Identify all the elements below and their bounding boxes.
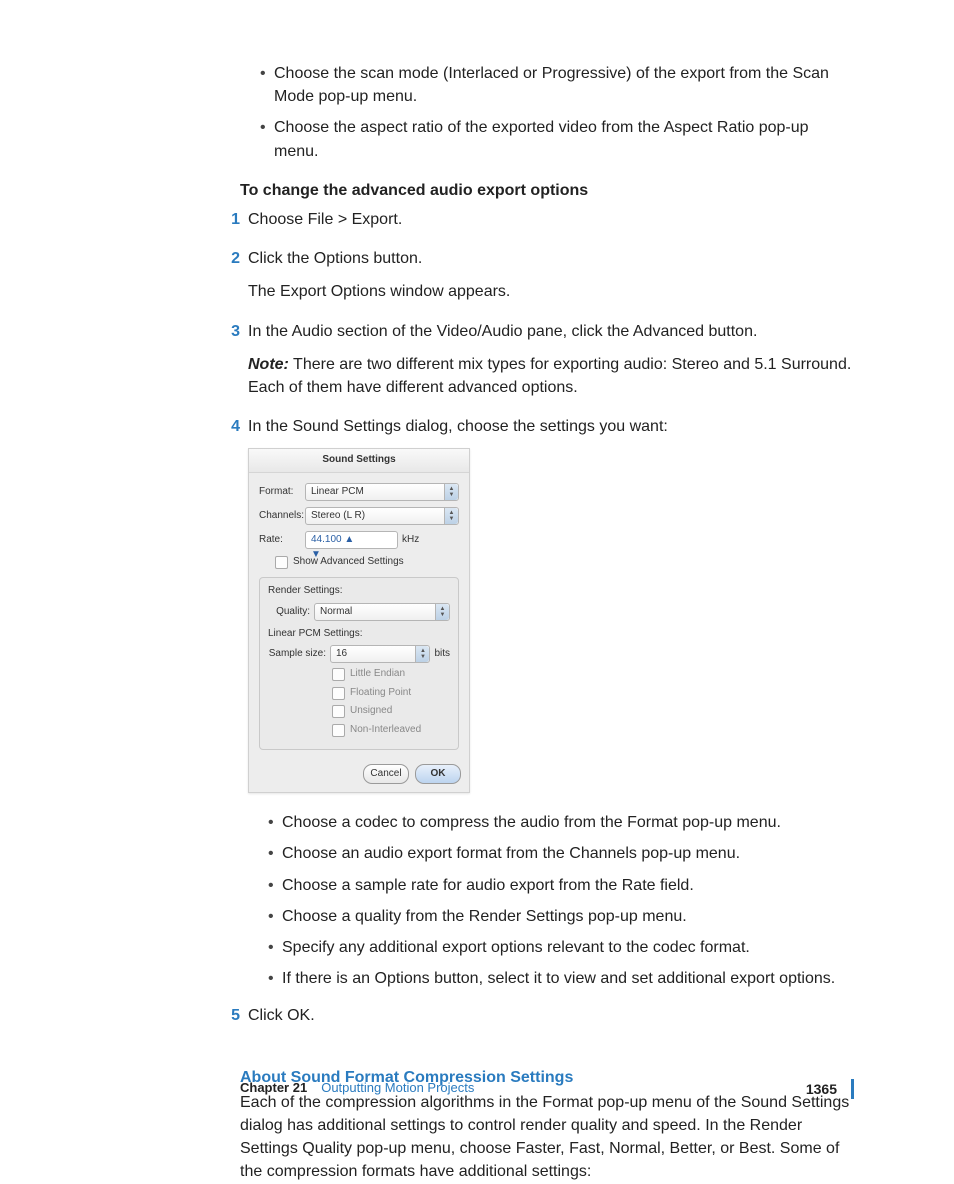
sample-unit: bits [434,647,450,662]
section-heading: To change the advanced audio export opti… [240,179,854,202]
format-select[interactable]: Linear PCM ▲▼ [305,483,459,501]
bullet-dot-icon: • [268,905,282,928]
bullet-text: Choose an audio export format from the C… [282,842,740,865]
channels-label: Channels: [259,509,305,524]
footer-chapter: Chapter 21 [240,1079,307,1098]
step-followup: The Export Options window appears. [248,280,854,303]
sound-settings-dialog: Sound Settings Format: Linear PCM ▲▼ Cha… [248,448,470,793]
quality-value: Normal [320,606,352,617]
bullet-dot-icon: • [268,967,282,990]
step-text: In the Audio section of the Video/Audio … [248,320,854,343]
step-number: 1 [218,208,248,241]
subsection-paragraph: Each of the compression algorithms in th… [240,1091,854,1184]
non-interleaved-checkbox[interactable] [332,724,345,737]
footer-accent-bar [851,1079,854,1099]
step-text: Click the Options button. [248,247,854,270]
dialog-title: Sound Settings [249,449,469,473]
bullet-item: • Choose an audio export format from the… [248,842,854,865]
step-number: 3 [218,320,248,410]
bullet-dot-icon: • [268,842,282,865]
step-item: 5 Click OK. [240,1004,854,1037]
note-body: There are two different mix types for ex… [248,356,851,396]
updown-icon: ▲▼ [415,646,429,662]
pcm-group-title: Linear PCM Settings: [268,627,450,642]
bullet-item: • Choose the aspect ratio of the exporte… [240,116,854,162]
ok-button[interactable]: OK [415,764,461,784]
bullet-text: Choose the aspect ratio of the exported … [274,116,854,162]
format-label: Format: [259,485,305,500]
step-note: Note: There are two different mix types … [248,353,854,399]
rate-unit: kHz [402,533,419,548]
bullet-dot-icon: • [268,874,282,897]
bullet-dot-icon: • [260,116,274,162]
updown-icon: ▲▼ [444,508,458,524]
bullet-item: • Specify any additional export options … [248,936,854,959]
bullet-dot-icon: • [260,62,274,108]
render-group-title: Render Settings: [268,584,450,599]
cancel-button[interactable]: Cancel [363,764,409,784]
bullet-text: Choose the scan mode (Interlaced or Prog… [274,62,854,108]
step-number: 5 [218,1004,248,1037]
step-text: Click OK. [248,1004,854,1027]
bullet-text: Choose a sample rate for audio export fr… [282,874,694,897]
step-item: 1 Choose File > Export. [240,208,854,241]
show-advanced-checkbox[interactable] [275,556,288,569]
step-number: 4 [218,415,248,998]
step-text: In the Sound Settings dialog, choose the… [248,415,854,438]
quality-select[interactable]: Normal ▲▼ [314,603,450,621]
updown-icon: ▲▼ [444,484,458,500]
bullet-item: • If there is an Options button, select … [248,967,854,990]
rate-value: 44.100 [311,534,342,545]
bullet-text: If there is an Options button, select it… [282,967,835,990]
step-text: Choose File > Export. [248,208,854,231]
bullet-item: • Choose a codec to compress the audio f… [248,811,854,834]
updown-icon: ▲▼ [435,604,449,620]
bullet-item: • Choose the scan mode (Interlaced or Pr… [240,62,854,108]
format-value: Linear PCM [311,486,364,497]
bullet-text: Choose a codec to compress the audio fro… [282,811,781,834]
bullet-dot-icon: • [268,936,282,959]
little-endian-label: Little Endian [350,667,405,682]
page-footer: Chapter 21 Outputting Motion Projects 13… [240,1079,854,1099]
unsigned-checkbox[interactable] [332,705,345,718]
note-label: Note: [248,356,289,373]
sample-size-select[interactable]: 16 ▲▼ [330,645,430,663]
sample-value: 16 [336,648,347,659]
step-item: 3 In the Audio section of the Video/Audi… [240,320,854,410]
bullet-dot-icon: • [268,811,282,834]
non-interleaved-label: Non-Interleaved [350,723,421,738]
bullet-item: • Choose a sample rate for audio export … [248,874,854,897]
sample-label: Sample size: [268,647,330,662]
rate-input[interactable]: 44.100 ▲▼ [305,531,398,549]
step-item: 4 In the Sound Settings dialog, choose t… [240,415,854,998]
bullet-item: • Choose a quality from the Render Setti… [248,905,854,928]
floating-point-label: Floating Point [350,686,411,701]
step-item: 2 Click the Options button. The Export O… [240,247,854,313]
render-settings-group: Render Settings: Quality: Normal ▲▼ Line… [259,577,459,750]
footer-page-number: 1365 [806,1079,837,1099]
rate-label: Rate: [259,533,305,548]
bullet-text: Specify any additional export options re… [282,936,750,959]
step-number: 2 [218,247,248,313]
floating-point-checkbox[interactable] [332,687,345,700]
channels-select[interactable]: Stereo (L R) ▲▼ [305,507,459,525]
footer-title: Outputting Motion Projects [321,1079,474,1098]
show-advanced-label: Show Advanced Settings [293,555,404,570]
channels-value: Stereo (L R) [311,510,365,521]
quality-label: Quality: [268,605,314,620]
bullet-text: Choose a quality from the Render Setting… [282,905,687,928]
unsigned-label: Unsigned [350,704,392,719]
little-endian-checkbox[interactable] [332,668,345,681]
